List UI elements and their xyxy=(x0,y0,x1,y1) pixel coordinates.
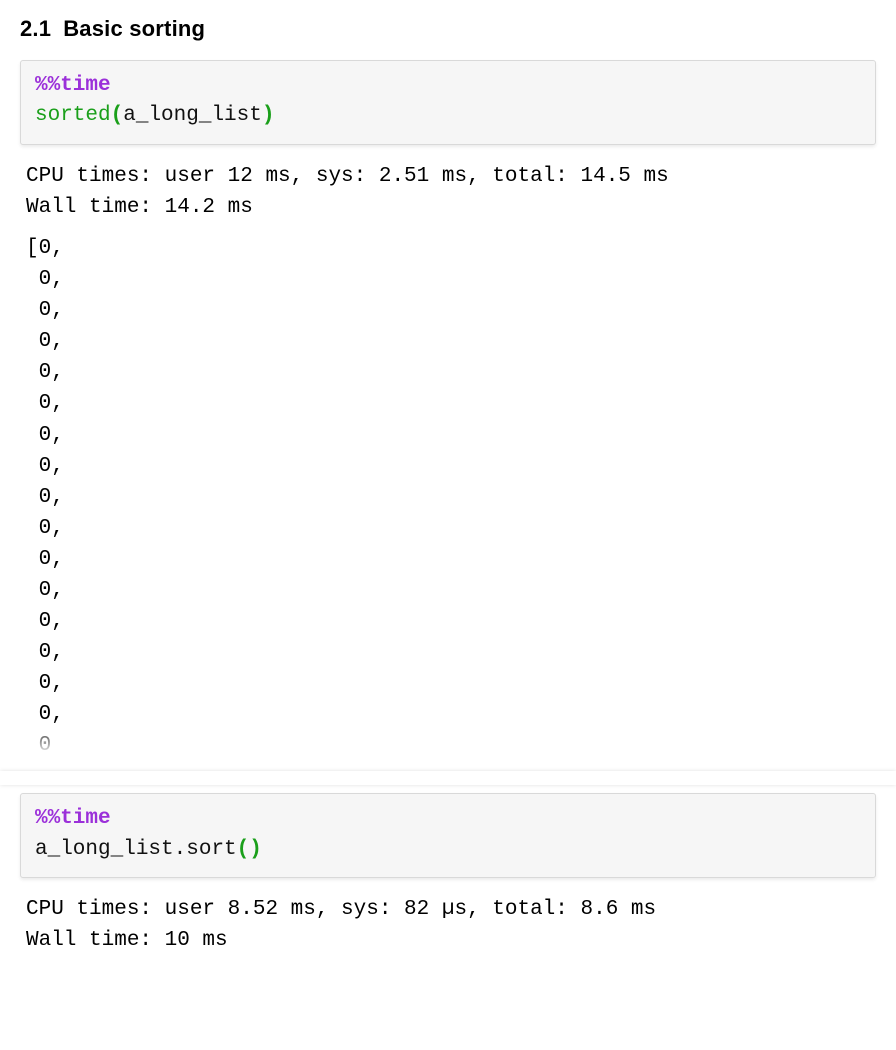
paren-close: ) xyxy=(262,104,275,127)
result-output-1: [0, 0, 0, 0, 0, 0, 0, 0, 0, 0, 0, 0, 0, … xyxy=(20,227,876,765)
magic-command: %%time xyxy=(35,74,111,97)
method-name: sort xyxy=(186,838,236,861)
cpu-times-line: CPU times: user 12 ms, sys: 2.51 ms, tot… xyxy=(26,165,669,188)
paren-open: ( xyxy=(237,838,250,861)
object-name: a_long_list xyxy=(35,838,174,861)
code-input-2[interactable]: %%time a_long_list.sort() xyxy=(20,793,876,878)
code-input-1[interactable]: %%time sorted(a_long_list) xyxy=(20,60,876,145)
code-cell-2: %%time a_long_list.sort() CPU times: use… xyxy=(20,793,876,960)
dot: . xyxy=(174,838,187,861)
notebook-page: 2.1Basic sorting %%time sorted(a_long_li… xyxy=(0,0,896,986)
func-name: sorted xyxy=(35,104,111,127)
wall-time-line: Wall time: 14.2 ms xyxy=(26,196,253,219)
cell-separator xyxy=(0,771,896,785)
result-preview: [0, 0, 0, 0, 0, 0, 0, 0, 0, 0, 0, 0, 0, … xyxy=(26,237,64,757)
timing-output-2: CPU times: user 8.52 ms, sys: 82 µs, tot… xyxy=(20,888,876,960)
paren-close: ) xyxy=(249,838,262,861)
section-heading: 2.1 Basic sorting xyxy=(20,16,876,42)
cpu-times-line: CPU times: user 8.52 ms, sys: 82 µs, tot… xyxy=(26,898,656,921)
wall-time-line: Wall time: 10 ms xyxy=(26,929,228,952)
paren-open: ( xyxy=(111,104,124,127)
magic-command: %%time xyxy=(35,807,111,830)
section-title: Basic sorting xyxy=(63,16,205,41)
timing-output-1: CPU times: user 12 ms, sys: 2.51 ms, tot… xyxy=(20,155,876,227)
section-number: 2.1 xyxy=(20,16,51,41)
code-cell-1: %%time sorted(a_long_list) CPU times: us… xyxy=(20,60,876,765)
argument: a_long_list xyxy=(123,104,262,127)
